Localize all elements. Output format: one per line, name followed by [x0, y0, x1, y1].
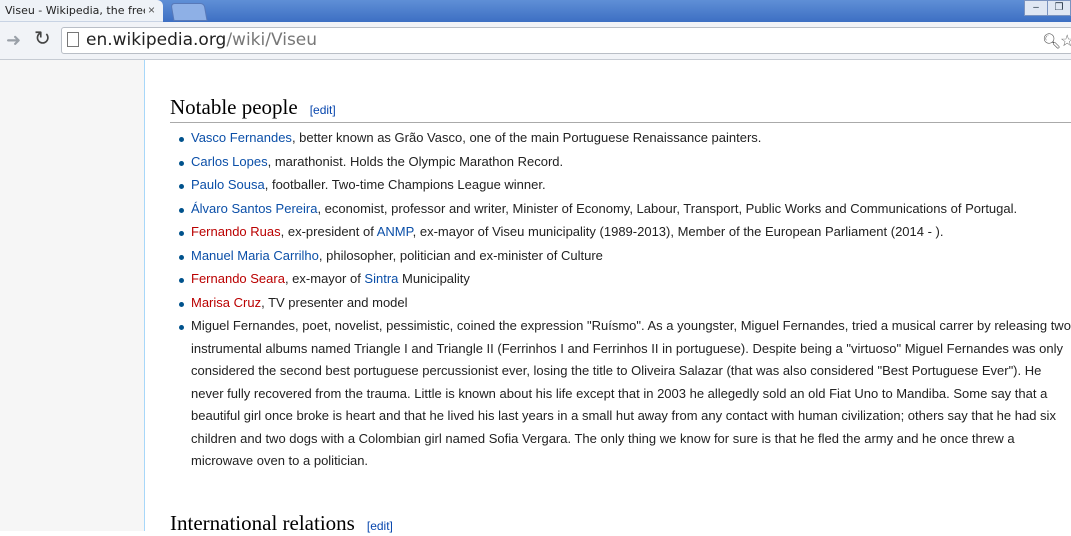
- tab-viseu[interactable]: Viseu - Wikipedia, the free encyclopedia…: [0, 0, 163, 22]
- article-content: Notable people [edit] Vasco Fernandes, be…: [144, 60, 1071, 535]
- address-bar[interactable]: en.wikipedia.org/wiki/Viseu 🔍︎ ☆: [61, 27, 1071, 54]
- person-link[interactable]: Álvaro Santos Pereira: [191, 201, 317, 216]
- edit-link[interactable]: [edit]: [310, 103, 336, 117]
- section-title: Notable people: [170, 95, 298, 119]
- browser-toolbar: ➜ ↻ en.wikipedia.org/wiki/Viseu 🔍︎ ☆: [0, 22, 1071, 60]
- tab-title: Viseu - Wikipedia, the free encyclopedia: [5, 4, 145, 17]
- bullet: [179, 137, 184, 142]
- organization-link[interactable]: ANMP: [377, 224, 413, 239]
- page-icon: [67, 32, 79, 47]
- list-item: Álvaro Santos Pereira, economist, profes…: [179, 198, 1071, 221]
- minimize-button[interactable]: –: [1024, 0, 1048, 16]
- list-item: Manuel Maria Carrilho, philosopher, poli…: [179, 245, 1071, 268]
- bullet: [179, 231, 184, 236]
- forward-icon[interactable]: ➜: [6, 30, 21, 50]
- new-tab-button[interactable]: [170, 3, 208, 21]
- person-link[interactable]: Manuel Maria Carrilho: [191, 248, 319, 263]
- section-divider: [170, 122, 1071, 123]
- bullet: [179, 325, 184, 330]
- bullet: [179, 278, 184, 283]
- bullet: [179, 160, 184, 166]
- restore-button[interactable]: ❐: [1047, 0, 1071, 16]
- list-item: Fernando Seara, ex-mayor of Sintra Munic…: [179, 268, 1071, 291]
- url-host: en.wikipedia.org: [86, 30, 227, 50]
- bullet: [179, 207, 184, 213]
- wiki-sidebar: [0, 60, 144, 531]
- person-description: , TV presenter and model: [261, 294, 408, 310]
- list-item: Fernando Ruas, ex-president of ANMP, ex-…: [179, 221, 1071, 244]
- bookmark-star-icon[interactable]: ☆: [1060, 31, 1071, 51]
- person-description: , better known as Grão Vasco, one of the…: [291, 130, 762, 145]
- bullet: [179, 254, 184, 260]
- person-link-missing[interactable]: Fernando Ruas: [191, 224, 281, 239]
- zoom-icon[interactable]: 🔍︎: [1042, 32, 1061, 50]
- list-item: Vasco Fernandes, better known as Grão Va…: [179, 127, 1071, 150]
- section-title: International relations: [170, 511, 355, 535]
- list-item: Miguel Fernandes, poet, novelist, pessim…: [179, 315, 1071, 473]
- tab-strip: Viseu - Wikipedia, the free encyclopedia…: [0, 0, 1071, 22]
- section-heading-international-relations: International relations [edit]: [170, 511, 393, 536]
- person-link-missing[interactable]: Fernando Seara: [191, 271, 285, 286]
- bullet: [179, 301, 184, 307]
- person-link-missing[interactable]: Marisa Cruz: [191, 295, 261, 310]
- close-icon[interactable]: ×: [148, 3, 155, 17]
- place-link[interactable]: Sintra: [364, 271, 398, 286]
- person-description: , ex-mayor of: [284, 271, 365, 286]
- bullet: [179, 184, 184, 189]
- person-description-cont: Municipality: [398, 271, 470, 286]
- person-link[interactable]: Carlos Lopes: [191, 154, 268, 169]
- list-item: Marisa Cruz, TV presenter and model: [179, 292, 1071, 315]
- list-item: Carlos Lopes, marathonist. Holds the Oly…: [179, 151, 1071, 174]
- person-description: , economist, professor and writer, Minis…: [317, 200, 1018, 216]
- person-description-cont: , ex-mayor of Viseu municipality (1989-2…: [412, 224, 944, 239]
- list-item: Paulo Sousa, footballer. Two-time Champi…: [179, 174, 1071, 197]
- person-link[interactable]: Vasco Fernandes: [191, 130, 292, 145]
- notable-people-list: Vasco Fernandes, better known as Grão Va…: [179, 127, 1071, 474]
- person-link[interactable]: Paulo Sousa: [191, 177, 265, 192]
- url-text[interactable]: en.wikipedia.org/wiki/Viseu: [86, 30, 317, 50]
- person-description: Miguel Fernandes, poet, novelist, pessim…: [191, 318, 1071, 468]
- url-path: /wiki/Viseu: [226, 30, 318, 50]
- person-description: , footballer. Two-time Champions League …: [264, 177, 546, 192]
- person-description: , marathonist. Holds the Olympic Maratho…: [267, 153, 564, 169]
- section-heading-notable-people: Notable people [edit]: [170, 95, 336, 120]
- person-description: , ex-president of: [280, 224, 377, 239]
- person-description: , philosopher, politician and ex-ministe…: [318, 247, 603, 263]
- reload-icon[interactable]: ↻: [34, 28, 51, 50]
